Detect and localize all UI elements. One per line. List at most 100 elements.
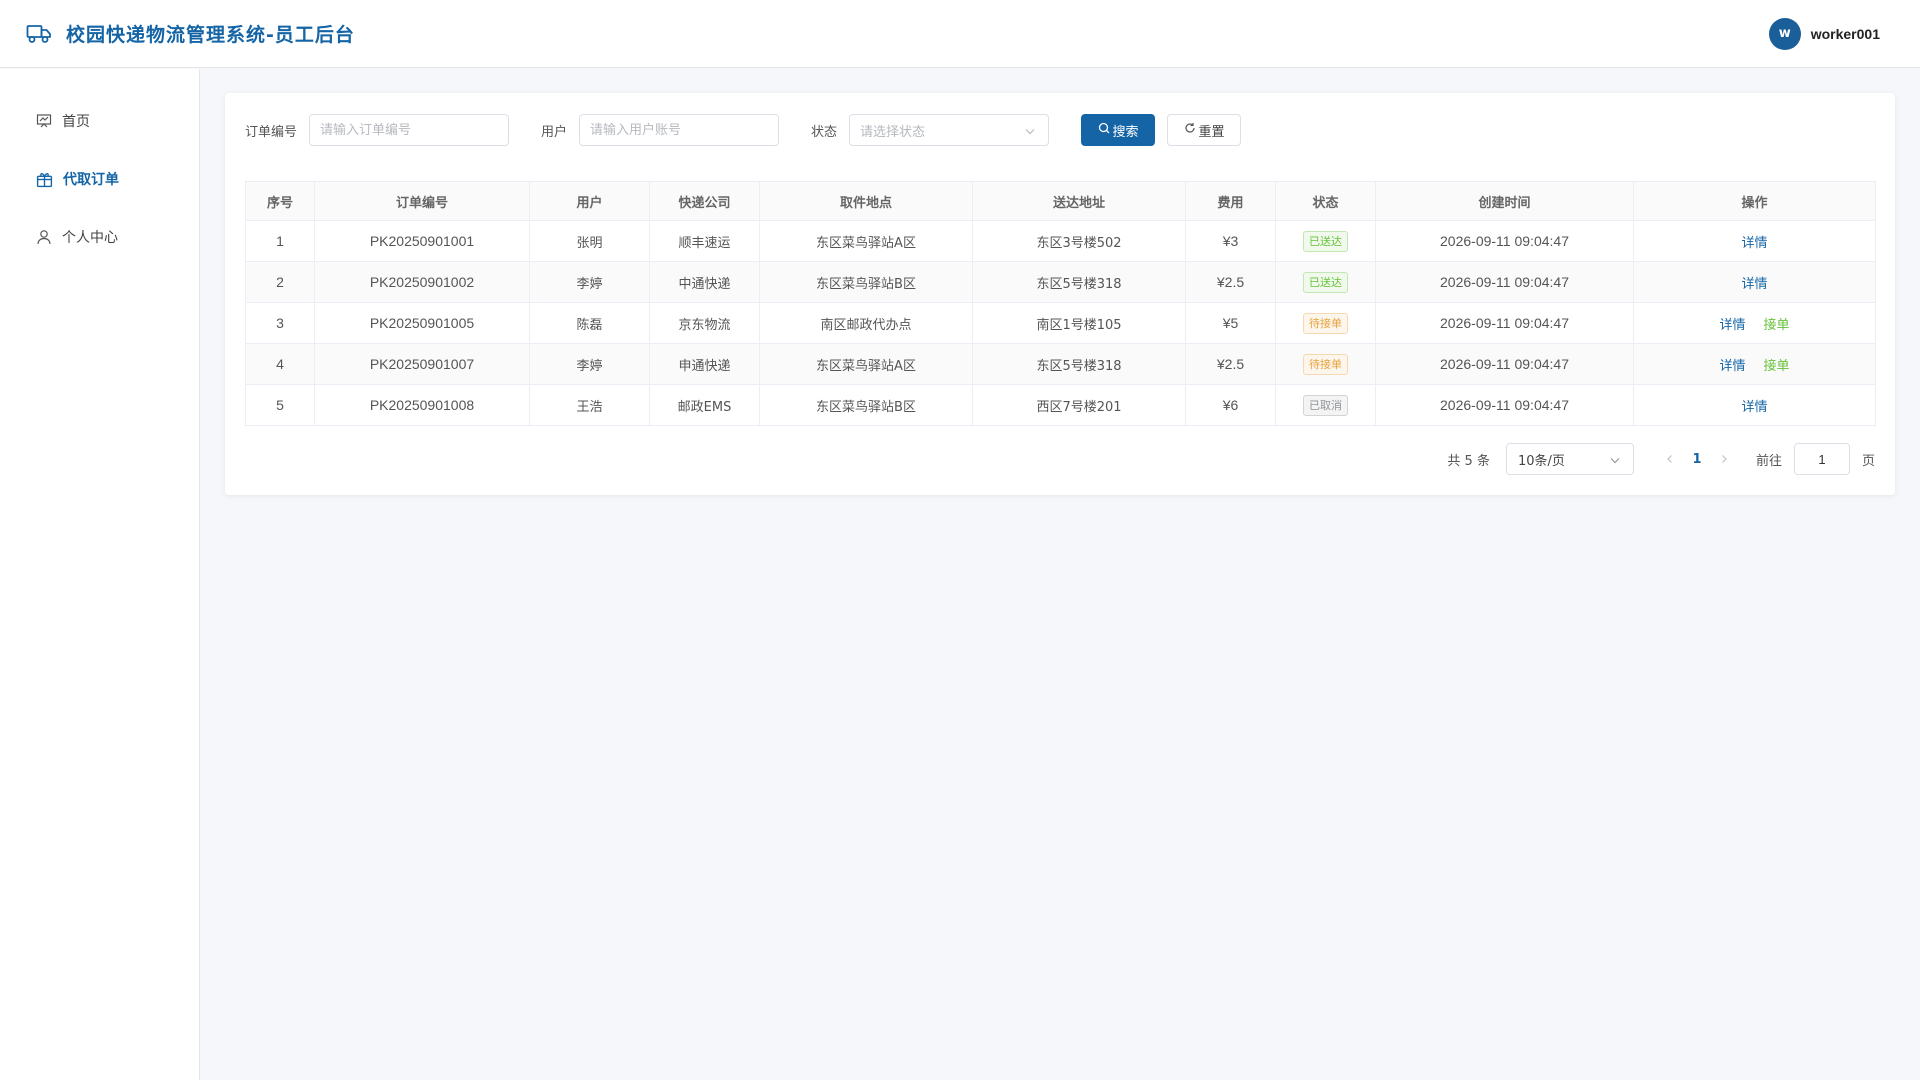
- cell-pickup: 东区菜鸟驿站B区: [759, 384, 973, 426]
- column-header: 取件地点: [759, 181, 973, 221]
- cell-company: 中通快递: [649, 261, 760, 303]
- status-badge: 已取消: [1303, 394, 1348, 416]
- sidebar-item-home[interactable]: 首页: [0, 92, 199, 150]
- page-jump: 前往 页: [1756, 443, 1875, 475]
- column-header: 快递公司: [649, 181, 760, 221]
- pagination-total: 共 5 条: [1447, 453, 1490, 469]
- chevron-down-icon: [1609, 454, 1621, 470]
- accept-order-link[interactable]: 接单: [1764, 318, 1790, 333]
- status-label: 状态: [811, 124, 838, 140]
- cell-index: 4: [245, 343, 315, 385]
- cell-actions: 详情: [1633, 384, 1876, 426]
- cell-order-no: PK20250901008: [314, 384, 530, 426]
- cell-fee: ¥3: [1185, 220, 1276, 262]
- goto-label: 前往: [1755, 453, 1782, 469]
- cell-fee: ¥5: [1185, 302, 1276, 344]
- search-icon: [1098, 122, 1110, 138]
- cell-index: 1: [245, 220, 315, 262]
- cell-order-no: PK20250901007: [314, 343, 530, 385]
- column-header: 用户: [529, 181, 650, 221]
- cell-pickup: 东区菜鸟驿站B区: [759, 261, 973, 303]
- accept-order-link[interactable]: 接单: [1764, 359, 1790, 374]
- cell-actions: 详情: [1633, 220, 1876, 262]
- table-row: 2 PK20250901002 李婷 中通快递 东区菜鸟驿站B区 东区5号楼31…: [245, 261, 1876, 303]
- cell-company: 申通快递: [649, 343, 760, 385]
- cell-index: 2: [245, 261, 315, 303]
- sidebar-item-label: 个人中心: [62, 230, 118, 246]
- page-size-select[interactable]: 10条/页: [1505, 443, 1634, 475]
- cell-created: 2026-09-11 09:04:47: [1375, 384, 1634, 426]
- cell-user: 张明: [529, 220, 650, 262]
- user-menu[interactable]: w worker001: [1768, 17, 1894, 50]
- username[interactable]: worker001: [1811, 26, 1880, 42]
- column-header: 创建时间: [1375, 181, 1634, 221]
- reset-button[interactable]: 重置: [1167, 114, 1242, 146]
- avatar[interactable]: w: [1768, 17, 1801, 50]
- refresh-icon: [1184, 122, 1196, 138]
- cell-fee: ¥6: [1185, 384, 1276, 426]
- cell-address: 南区1号楼105: [972, 302, 1186, 344]
- user-input[interactable]: [579, 114, 780, 146]
- cell-status: 待接单: [1275, 302, 1376, 344]
- sidebar-item-orders[interactable]: 代取订单: [0, 150, 199, 208]
- status-select-placeholder: 请选择状态: [860, 124, 926, 140]
- app-title: 校园快递物流管理系统-员工后台: [66, 24, 355, 46]
- chevron-down-icon: [1024, 125, 1036, 141]
- cell-fee: ¥2.5: [1185, 343, 1276, 385]
- table-row: 3 PK20250901005 陈磊 京东物流 南区邮政代办点 南区1号楼105…: [245, 302, 1876, 344]
- cell-user: 王浩: [529, 384, 650, 426]
- next-page-button[interactable]: [1712, 454, 1736, 464]
- cell-actions: 详情: [1633, 261, 1876, 303]
- prev-page-button[interactable]: [1658, 454, 1682, 464]
- cell-created: 2026-09-11 09:04:47: [1375, 261, 1634, 303]
- cell-index: 5: [245, 384, 315, 426]
- status-badge: 已送达: [1303, 230, 1348, 252]
- cell-order-no: PK20250901001: [314, 220, 530, 262]
- cell-created: 2026-09-11 09:04:47: [1375, 302, 1634, 344]
- search-button-label: 搜索: [1112, 124, 1139, 140]
- cell-order-no: PK20250901002: [314, 261, 530, 303]
- detail-link[interactable]: 详情: [1719, 359, 1745, 374]
- order-no-input[interactable]: [309, 114, 510, 146]
- cell-created: 2026-09-11 09:04:47: [1375, 343, 1634, 385]
- cell-actions: 详情 接单: [1633, 302, 1876, 344]
- home-icon: [36, 113, 52, 129]
- cell-user: 陈磊: [529, 302, 650, 344]
- cell-user: 李婷: [529, 343, 650, 385]
- cell-pickup: 东区菜鸟驿站A区: [759, 343, 973, 385]
- pagination: 共 5 条 10条/页 1 前往 页: [1447, 443, 1875, 475]
- filter-bar: 订单编号 用户 状态 请选择状态 搜索 重置: [245, 114, 1242, 146]
- cell-address: 西区7号楼201: [972, 384, 1186, 426]
- sidebar-item-profile[interactable]: 个人中心: [0, 208, 199, 266]
- detail-link[interactable]: 详情: [1741, 400, 1767, 415]
- cell-pickup: 东区菜鸟驿站A区: [759, 220, 973, 262]
- cell-status: 已取消: [1275, 384, 1376, 426]
- orders-table: 序号 订单编号 用户 快递公司 取件地点 送达地址 费用 状态 创建时间 操作 …: [245, 181, 1876, 426]
- cell-address: 东区5号楼318: [972, 261, 1186, 303]
- status-badge: 已送达: [1303, 271, 1348, 293]
- goto-page-input[interactable]: [1793, 443, 1850, 475]
- detail-link[interactable]: 详情: [1741, 236, 1767, 251]
- orders-panel: 订单编号 用户 状态 请选择状态 搜索 重置: [225, 93, 1895, 495]
- detail-link[interactable]: 详情: [1741, 277, 1767, 292]
- top-header: 校园快递物流管理系统-员工后台 w worker001: [0, 0, 1920, 68]
- table-header-row: 序号 订单编号 用户 快递公司 取件地点 送达地址 费用 状态 创建时间 操作: [245, 181, 1876, 221]
- column-header: 序号: [245, 181, 315, 221]
- table-row: 4 PK20250901007 李婷 申通快递 东区菜鸟驿站A区 东区5号楼31…: [245, 343, 1876, 385]
- cell-order-no: PK20250901005: [314, 302, 530, 344]
- cell-user: 李婷: [529, 261, 650, 303]
- detail-link[interactable]: 详情: [1719, 318, 1745, 333]
- order-no-label: 订单编号: [245, 124, 298, 140]
- reset-button-label: 重置: [1198, 124, 1225, 140]
- table-row: 1 PK20250901001 张明 顺丰速运 东区菜鸟驿站A区 东区3号楼50…: [245, 220, 1876, 262]
- cell-company: 顺丰速运: [649, 220, 760, 262]
- cell-company: 邮政EMS: [649, 384, 760, 426]
- sidebar: 首页 代取订单 个人中心: [0, 69, 200, 1080]
- search-button[interactable]: 搜索: [1081, 114, 1156, 146]
- status-select[interactable]: 请选择状态: [849, 114, 1050, 146]
- brand: 校园快递物流管理系统-员工后台: [26, 20, 355, 47]
- status-badge: 待接单: [1303, 353, 1348, 375]
- cell-pickup: 南区邮政代办点: [759, 302, 973, 344]
- page-number[interactable]: 1: [1682, 452, 1712, 467]
- sidebar-item-label: 代取订单: [63, 172, 119, 188]
